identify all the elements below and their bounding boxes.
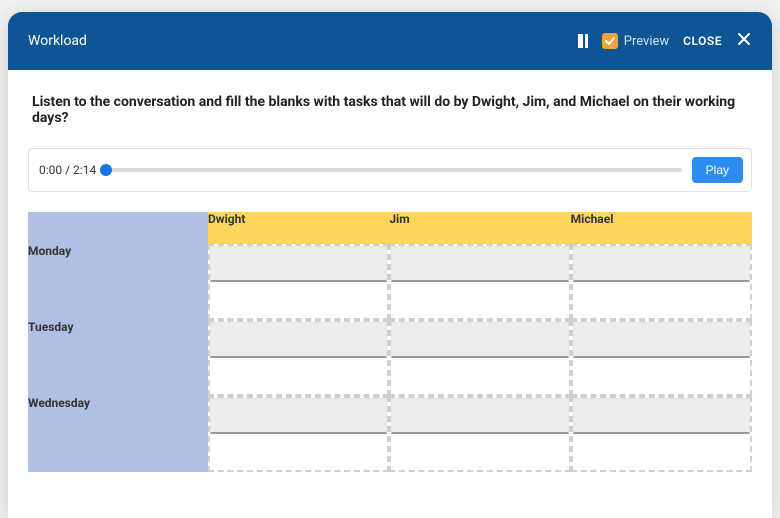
modal-workload: Workload Preview CLOSE Listen to bbox=[8, 12, 772, 518]
table-row: Monday bbox=[28, 244, 752, 320]
preview-label: Preview bbox=[624, 34, 669, 49]
table-row: Tuesday bbox=[28, 320, 752, 396]
panel-toggle-icon[interactable] bbox=[578, 34, 588, 48]
input-wednesday-michael[interactable] bbox=[573, 398, 750, 434]
col-head-jim: Jim bbox=[389, 212, 570, 244]
cell-monday-michael[interactable] bbox=[571, 244, 752, 320]
audio-time: 0:00 / 2:14 bbox=[39, 163, 96, 177]
cell-wednesday-jim[interactable] bbox=[389, 396, 570, 472]
cell-monday-dwight[interactable] bbox=[208, 244, 389, 320]
close-icon[interactable] bbox=[736, 31, 752, 51]
cell-tuesday-jim[interactable] bbox=[389, 320, 570, 396]
col-head-dwight: Dwight bbox=[208, 212, 389, 244]
input-tuesday-jim[interactable] bbox=[391, 322, 568, 358]
grid-corner bbox=[28, 212, 208, 244]
header-actions: Preview CLOSE bbox=[578, 31, 752, 51]
cell-wednesday-dwight[interactable] bbox=[208, 396, 389, 472]
col-head-michael: Michael bbox=[571, 212, 752, 244]
close-label: CLOSE bbox=[683, 34, 722, 48]
input-tuesday-dwight[interactable] bbox=[210, 322, 387, 358]
audio-duration: 2:14 bbox=[73, 163, 96, 177]
row-head-monday: Monday bbox=[28, 244, 208, 320]
audio-seek-thumb[interactable] bbox=[100, 164, 112, 176]
cell-tuesday-dwight[interactable] bbox=[208, 320, 389, 396]
input-monday-dwight[interactable] bbox=[210, 246, 387, 282]
cell-wednesday-michael[interactable] bbox=[571, 396, 752, 472]
question-text: Listen to the conversation and fill the … bbox=[32, 94, 752, 126]
cell-monday-jim[interactable] bbox=[389, 244, 570, 320]
task-grid: Dwight Jim Michael Monday bbox=[28, 212, 752, 472]
audio-seek-track[interactable] bbox=[106, 168, 681, 172]
modal-title: Workload bbox=[28, 33, 87, 49]
audio-player: 0:00 / 2:14 Play bbox=[28, 148, 752, 192]
preview-toggle[interactable]: Preview bbox=[602, 33, 669, 49]
input-monday-jim[interactable] bbox=[391, 246, 568, 282]
play-button[interactable]: Play bbox=[692, 157, 743, 183]
row-head-wednesday: Wednesday bbox=[28, 396, 208, 472]
input-monday-michael[interactable] bbox=[573, 246, 750, 282]
row-head-tuesday: Tuesday bbox=[28, 320, 208, 396]
input-tuesday-michael[interactable] bbox=[573, 322, 750, 358]
input-wednesday-jim[interactable] bbox=[391, 398, 568, 434]
table-row: Wednesday bbox=[28, 396, 752, 472]
input-wednesday-dwight[interactable] bbox=[210, 398, 387, 434]
audio-current: 0:00 bbox=[39, 163, 62, 177]
modal-header: Workload Preview CLOSE bbox=[8, 12, 772, 70]
preview-checkbox-icon bbox=[602, 33, 618, 49]
cell-tuesday-michael[interactable] bbox=[571, 320, 752, 396]
modal-body: Listen to the conversation and fill the … bbox=[8, 70, 772, 518]
